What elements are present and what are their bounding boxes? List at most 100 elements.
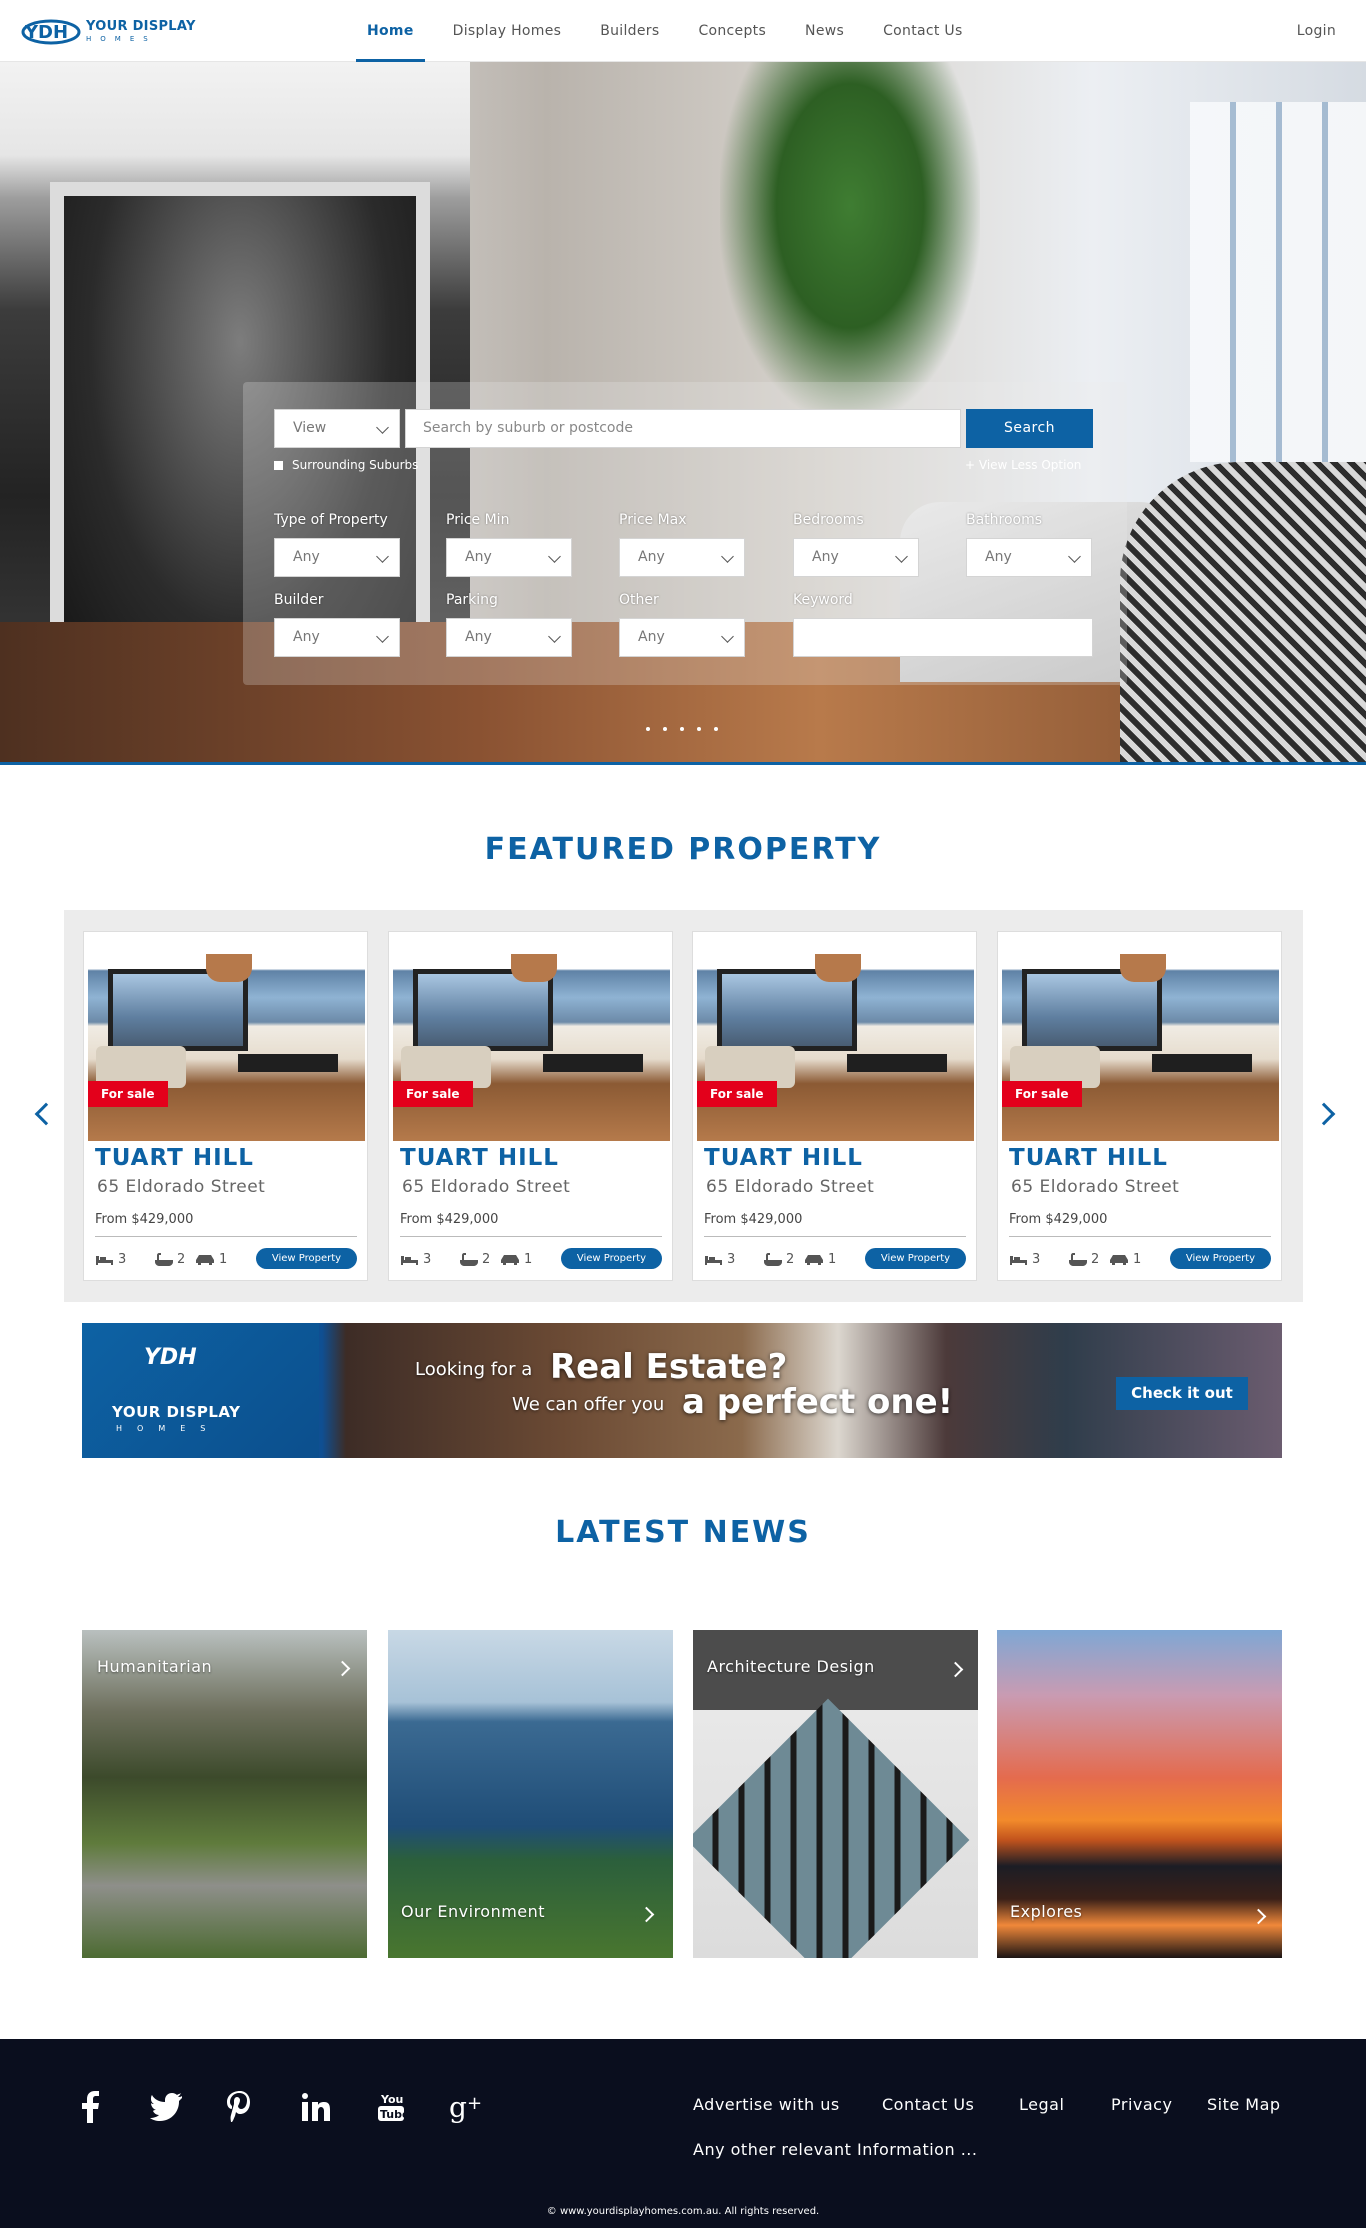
nav-contact-us[interactable]: Contact Us	[872, 0, 973, 62]
banner-logo: YDH YOUR DISPLAY HOMES	[82, 1323, 319, 1458]
property-address: 65 Eldorado Street	[1011, 1177, 1180, 1197]
news-card-our-environment[interactable]: Our Environment	[388, 1630, 673, 1958]
view-property-button[interactable]: View Property	[256, 1248, 357, 1269]
footer-link-privacy[interactable]: Privacy	[1111, 2095, 1172, 2114]
property-card[interactable]: For sale TUART HILL 65 Eldorado Street From…	[388, 931, 673, 1281]
car-icon	[805, 1254, 823, 1265]
property-card[interactable]: For sale TUART HILL 65 Eldorado Street From…	[692, 931, 977, 1281]
search-input[interactable]: Search by suburb or postcode	[405, 409, 961, 448]
parking-count: 1	[499, 1252, 532, 1267]
bathrooms-select[interactable]: Any	[966, 538, 1092, 577]
card-divider	[95, 1236, 357, 1237]
property-title[interactable]: TUART HILL	[400, 1145, 559, 1171]
bathrooms-count: 2	[459, 1252, 490, 1267]
property-title[interactable]: TUART HILL	[95, 1145, 254, 1171]
bathrooms-count: 2	[763, 1252, 794, 1267]
main-menu: Home Display Homes Builders Concepts New…	[356, 0, 991, 62]
property-photo[interactable]	[393, 936, 670, 1141]
nav-display-homes[interactable]: Display Homes	[442, 0, 573, 62]
banner-text-perfect: a perfect one!	[682, 1382, 954, 1422]
bathrooms-label: Bathrooms	[966, 512, 1043, 528]
chevron-right-icon	[638, 1906, 655, 1923]
bedrooms-select[interactable]: Any	[793, 538, 919, 577]
slider-dot[interactable]	[697, 727, 701, 731]
price-max-select[interactable]: Any	[619, 538, 745, 577]
news-card-humanitarian[interactable]: Humanitarian	[82, 1630, 367, 1958]
property-photo[interactable]	[88, 936, 365, 1141]
for-sale-badge: For sale	[1002, 1081, 1082, 1107]
property-card[interactable]: For sale TUART HILL 65 Eldorado Street From…	[997, 931, 1282, 1281]
property-price: From $429,000	[400, 1212, 499, 1227]
facebook-icon[interactable]	[72, 2089, 108, 2125]
bed-icon	[401, 1255, 418, 1265]
latest-news-title: LATEST NEWS	[555, 1515, 811, 1550]
slider-dot[interactable]	[663, 727, 667, 731]
footer-link-advertise[interactable]: Advertise with us	[693, 2095, 840, 2114]
bath-icon	[764, 1252, 782, 1266]
bedrooms-label: Bedrooms	[793, 512, 864, 528]
promo-banner[interactable]: YDH YOUR DISPLAY HOMES Looking for a Rea…	[82, 1323, 1282, 1458]
view-select[interactable]: View	[274, 409, 400, 448]
view-property-button[interactable]: View Property	[561, 1248, 662, 1269]
other-select[interactable]: Any	[619, 618, 745, 657]
nav-home[interactable]: Home	[356, 0, 425, 62]
property-title[interactable]: TUART HILL	[704, 1145, 863, 1171]
slider-dot[interactable]	[680, 727, 684, 731]
carousel-next-arrow-icon[interactable]	[1312, 1102, 1336, 1126]
carousel-prev-arrow-icon[interactable]	[34, 1102, 58, 1126]
card-divider	[704, 1236, 966, 1237]
type-of-property-select[interactable]: Any	[274, 538, 400, 577]
search-button[interactable]: Search	[966, 409, 1093, 448]
view-property-button[interactable]: View Property	[1170, 1248, 1271, 1269]
nav-concepts[interactable]: Concepts	[687, 0, 777, 62]
banner-logo-line1: YOUR DISPLAY	[112, 1403, 241, 1421]
property-title[interactable]: TUART HILL	[1009, 1145, 1168, 1171]
chevron-down-icon	[376, 550, 389, 563]
bath-icon	[155, 1252, 173, 1266]
banner-logo-short: YDH	[144, 1345, 197, 1370]
property-photo[interactable]	[697, 936, 974, 1141]
logo-line2: HOMES	[86, 34, 157, 43]
bedrooms-count: 3	[704, 1252, 735, 1267]
chevron-right-icon	[1250, 1908, 1267, 1925]
login-link[interactable]: Login	[1297, 0, 1336, 62]
banner-text-real-estate: Real Estate?	[550, 1347, 788, 1387]
parking-count: 1	[194, 1252, 227, 1267]
footer-link-legal[interactable]: Legal	[1019, 2095, 1064, 2114]
bed-icon	[96, 1255, 113, 1265]
top-navbar: YDH YOUR DISPLAY HOMES Home Display Home…	[0, 0, 1366, 62]
news-card-label: Our Environment	[401, 1902, 546, 1921]
footer-link-site-map[interactable]: Site Map	[1207, 2095, 1281, 2114]
property-photo[interactable]	[1002, 936, 1279, 1141]
nav-news[interactable]: News	[794, 0, 855, 62]
pinterest-icon[interactable]	[222, 2089, 258, 2125]
site-logo[interactable]: YDH YOUR DISPLAY HOMES	[20, 12, 196, 50]
news-card-label: Explores	[1010, 1902, 1083, 1921]
parking-select[interactable]: Any	[446, 618, 572, 657]
linkedin-icon[interactable]	[298, 2089, 334, 2125]
banner-text-looking: Looking for a	[415, 1359, 533, 1380]
footer-link-contact-us[interactable]: Contact Us	[882, 2095, 974, 2114]
nav-builders[interactable]: Builders	[589, 0, 670, 62]
google-plus-icon[interactable]: g +	[448, 2089, 484, 2125]
news-card-architecture-design[interactable]: Architecture Design	[693, 1630, 978, 1958]
view-less-option-link[interactable]: + View Less Option	[965, 458, 1081, 472]
slider-dot[interactable]	[714, 727, 718, 731]
keyword-input[interactable]	[793, 618, 1093, 657]
property-card[interactable]: For sale TUART HILL 65 Eldorado Street From…	[83, 931, 368, 1281]
price-min-select[interactable]: Any	[446, 538, 572, 577]
bathrooms-count: 2	[1068, 1252, 1099, 1267]
twitter-icon[interactable]	[148, 2089, 184, 2125]
builder-select[interactable]: Any	[274, 618, 400, 657]
svg-text:g: g	[449, 2091, 467, 2123]
footer-info-link[interactable]: Any other relevant Information ...	[693, 2140, 977, 2159]
surrounding-suburbs-checkbox[interactable]: Surrounding Suburbs	[274, 458, 418, 472]
bed-icon	[705, 1255, 722, 1265]
parking-count: 1	[803, 1252, 836, 1267]
featured-title: FEATURED PROPERTY	[484, 832, 882, 867]
view-property-button[interactable]: View Property	[865, 1248, 966, 1269]
slider-dot[interactable]	[646, 727, 650, 731]
check-it-out-button[interactable]: Check it out	[1116, 1377, 1248, 1410]
youtube-icon[interactable]: You Tube	[373, 2089, 409, 2125]
news-card-explores[interactable]: Explores	[997, 1630, 1282, 1958]
